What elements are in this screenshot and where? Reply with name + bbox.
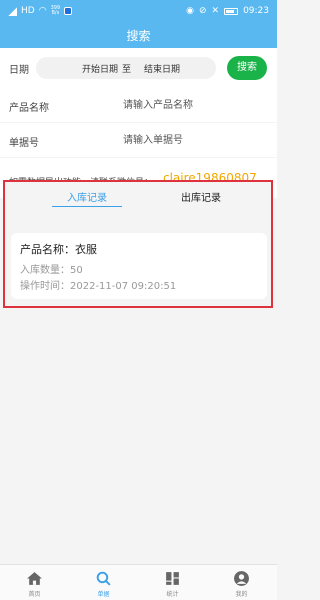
- receipt-number-input[interactable]: [123, 129, 263, 151]
- nav-profile-label: 我的: [235, 591, 248, 598]
- grid-icon: [166, 572, 179, 585]
- speed-unit: B/s: [51, 10, 60, 16]
- receipt-number-row: 单据号: [0, 123, 277, 157]
- status-left: HD ◠ 399 B/s: [8, 5, 73, 16]
- date-separator: 至: [122, 65, 132, 75]
- bottom-nav: 首页 单据 统计 我的: [0, 564, 277, 600]
- product-name-row: 产品名称: [0, 88, 277, 122]
- search-icon: [96, 571, 111, 586]
- search-button[interactable]: 搜索: [227, 56, 267, 80]
- bell-app-icon: [64, 7, 73, 15]
- user-icon: [234, 571, 249, 586]
- clock-time: 09:23: [243, 6, 269, 16]
- nav-home-label: 首页: [28, 591, 41, 598]
- status-bar: HD ◠ 399 B/s ◉ ⊘ ✕ 09:23: [0, 0, 277, 24]
- receipt-number-label: 单据号: [9, 138, 39, 149]
- network-type: HD: [21, 6, 35, 16]
- product-name-input[interactable]: [123, 94, 263, 116]
- wifi-icon: ◠: [38, 5, 47, 16]
- signal-icon: [8, 6, 17, 16]
- network-speed: 399 B/s: [51, 6, 61, 16]
- nav-bar: 搜索: [0, 24, 277, 48]
- page-title: 搜索: [126, 29, 151, 43]
- date-label: 日期: [9, 65, 29, 76]
- battery-icon: [224, 7, 239, 15]
- nav-home[interactable]: 首页: [0, 565, 69, 600]
- nav-statistics-label: 统计: [166, 591, 179, 598]
- status-right: ◉ ⊘ ✕ 09:23: [186, 6, 269, 16]
- start-date-field[interactable]: 开始日期: [82, 62, 118, 75]
- highlight-box: [3, 180, 273, 308]
- nav-profile[interactable]: 我的: [207, 565, 276, 600]
- date-filter-row: 日期 开始日期 至 结束日期 搜索: [0, 48, 277, 88]
- nav-documents[interactable]: 单据: [69, 565, 138, 600]
- end-date-field[interactable]: 结束日期: [144, 62, 180, 75]
- product-name-label: 产品名称: [9, 103, 49, 114]
- alarm-off-icon: ⊘: [198, 6, 207, 16]
- date-range-picker[interactable]: 开始日期 至 结束日期: [36, 57, 216, 79]
- home-icon: [27, 572, 42, 585]
- mute-icon: ✕: [211, 6, 220, 16]
- nav-statistics[interactable]: 统计: [138, 565, 207, 600]
- nav-documents-label: 单据: [97, 591, 110, 598]
- eye-icon: ◉: [186, 6, 194, 16]
